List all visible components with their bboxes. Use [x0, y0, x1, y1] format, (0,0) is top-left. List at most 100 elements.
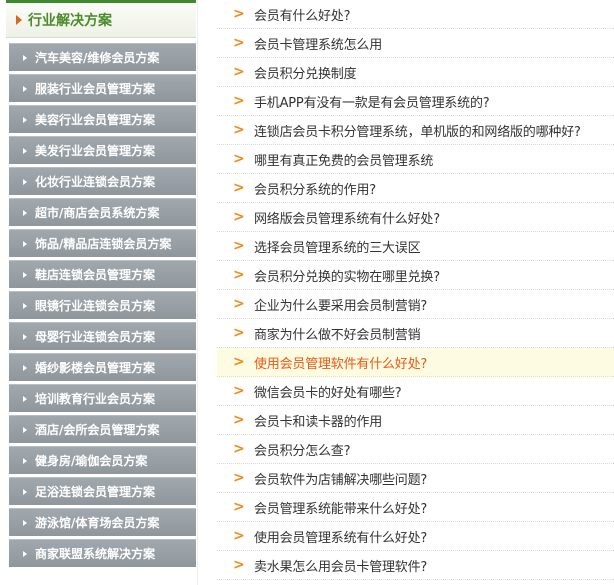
- sidebar-item-label: 汽车美容/维修会员方案: [35, 51, 160, 65]
- article-item: > 卖水果怎么用会员卡管理软件?: [217, 551, 614, 580]
- chevron-right-icon: >: [233, 151, 245, 167]
- chevron-right-icon: >: [233, 557, 245, 573]
- article-link[interactable]: 使用会员管理软件有什么好处?: [254, 353, 427, 372]
- sidebar-item-label: 足浴连锁会员管理方案: [35, 485, 156, 499]
- bullet-icon: [23, 271, 27, 278]
- bullet-icon: [23, 457, 27, 464]
- sidebar-item-label: 母婴行业连锁会员方案: [35, 330, 156, 344]
- article-item: > 会员卡管理系统怎么用: [217, 29, 614, 58]
- article-item: > 会员积分兑换的实物在哪里兑换?: [217, 261, 614, 290]
- article-link[interactable]: 会员积分系统的作用?: [254, 179, 376, 198]
- bullet-icon: [23, 395, 27, 402]
- bullet-icon: [23, 116, 27, 123]
- sidebar-item[interactable]: 健身房/瑜伽会员方案: [9, 446, 196, 474]
- chevron-right-icon: >: [233, 64, 245, 80]
- chevron-right-icon: >: [233, 209, 245, 225]
- article-link[interactable]: 商家为什么做不好会员制营销: [254, 324, 421, 343]
- article-link[interactable]: 手机APP有没有一款是有会员管理系统的?: [254, 92, 490, 111]
- sidebar-item[interactable]: 足浴连锁会员管理方案: [9, 477, 196, 505]
- chevron-right-icon: >: [233, 412, 245, 428]
- article-link[interactable]: 会员软件为店铺解决哪些问题?: [254, 469, 427, 488]
- article-link[interactable]: 会员积分怎么查?: [254, 440, 351, 459]
- article-link[interactable]: 选择会员管理系统的三大误区: [254, 237, 421, 256]
- bullet-icon: [23, 426, 27, 433]
- chevron-right-icon: >: [233, 441, 245, 457]
- sidebar-item-label: 服装行业会员管理方案: [35, 82, 156, 96]
- chevron-right-icon: >: [233, 325, 245, 341]
- article-link[interactable]: 哪里有真正免费的会员管理系统: [254, 150, 433, 169]
- article-item: > 会员管理系统能带来什么好处?: [217, 493, 614, 522]
- chevron-right-icon: >: [233, 93, 245, 109]
- sidebar-item[interactable]: 服装行业会员管理方案: [9, 74, 196, 102]
- bullet-icon: [23, 302, 27, 309]
- sidebar-item-label: 饰品/精品店连锁会员方案: [35, 237, 172, 251]
- sidebar-item[interactable]: 鞋店连锁会员管理方案: [9, 260, 196, 288]
- sidebar-item-label: 培训教育行业会员方案: [35, 392, 156, 406]
- article-link[interactable]: 会员积分兑换制度: [254, 63, 357, 82]
- sidebar-item[interactable]: 超市/商店会员系统方案: [9, 198, 196, 226]
- article-link[interactable]: 连锁店会员卡积分管理系统，单机版的和网络版的哪种好?: [254, 121, 581, 140]
- article-link[interactable]: 会员卡和读卡器的作用: [254, 411, 382, 430]
- article-link[interactable]: 微信会员卡的好处有哪些?: [254, 382, 402, 401]
- sidebar-item-label: 鞋店连锁会员管理方案: [35, 268, 156, 282]
- sidebar-item[interactable]: 商家联盟系统解决方案: [9, 539, 196, 567]
- chevron-right-icon: >: [233, 6, 245, 22]
- sidebar-item[interactable]: 酒店/会所会员管理方案: [9, 415, 196, 443]
- chevron-right-icon: >: [233, 267, 245, 283]
- chevron-right-icon: >: [233, 296, 245, 312]
- article-item: > 会员卡和读卡器的作用: [217, 406, 614, 435]
- sidebar-item[interactable]: 汽车美容/维修会员方案: [9, 43, 196, 71]
- article-item: > 企业为什么要采用会员制营销?: [217, 290, 614, 319]
- sidebar-item[interactable]: 婚纱影楼会员管理方案: [9, 353, 196, 381]
- chevron-right-icon: >: [233, 354, 245, 370]
- bullet-icon: [23, 333, 27, 340]
- article-item: > 网络版会员管理系统有什么好处?: [217, 203, 614, 232]
- article-item: > 会员积分怎么查?: [217, 435, 614, 464]
- chevron-right-icon: >: [233, 499, 245, 515]
- sidebar-item[interactable]: 游泳馆/体育场会员方案: [9, 508, 196, 536]
- sidebar-item[interactable]: 饰品/精品店连锁会员方案: [9, 229, 196, 257]
- article-link[interactable]: 使用会员管理系统有什么好处?: [254, 527, 427, 546]
- article-item: > 会员积分兑换制度: [217, 58, 614, 87]
- chevron-right-icon: >: [233, 180, 245, 196]
- sidebar-item-label: 婚纱影楼会员管理方案: [35, 361, 156, 375]
- sidebar-header: 行业解决方案: [6, 3, 196, 38]
- article-link[interactable]: 卖水果怎么用会员卡管理软件?: [254, 556, 427, 575]
- article-link[interactable]: 会员积分兑换的实物在哪里兑换?: [254, 266, 440, 285]
- article-link[interactable]: 会员卡管理系统怎么用: [254, 34, 382, 53]
- article-item: > 会员积分系统的作用?: [217, 174, 614, 203]
- article-item: > 商家为什么做不好会员制营销: [217, 319, 614, 348]
- article-link[interactable]: 网络版会员管理系统有什么好处?: [254, 208, 440, 227]
- article-item: > 手机APP有没有一款是有会员管理系统的?: [217, 87, 614, 116]
- article-item: > 会员软件为店铺解决哪些问题?: [217, 464, 614, 493]
- bullet-icon: [23, 364, 27, 371]
- bullet-icon: [23, 54, 27, 61]
- article-link[interactable]: 会员管理系统能带来什么好处?: [254, 498, 427, 517]
- bullet-icon: [23, 178, 27, 185]
- article-link[interactable]: 会员有什么好处?: [254, 5, 351, 24]
- chevron-right-icon: >: [233, 35, 245, 51]
- bullet-icon: [23, 488, 27, 495]
- bullet-icon: [23, 209, 27, 216]
- sidebar-item-label: 眼镜行业连锁会员方案: [35, 299, 156, 313]
- bullet-icon: [23, 240, 27, 247]
- divider: [197, 0, 198, 585]
- sidebar: 行业解决方案 汽车美容/维修会员方案 服装行业会员管理方案 美容行业会员管理方案美发…: [0, 0, 198, 585]
- sidebar-item-label: 健身房/瑜伽会员方案: [35, 454, 148, 468]
- article-item: > 使用会员管理系统有什么好处?: [217, 522, 614, 551]
- sidebar-item[interactable]: 眼镜行业连锁会员方案: [9, 291, 196, 319]
- sidebar-item-label: 超市/商店会员系统方案: [35, 206, 160, 220]
- sidebar-item-label: 酒店/会所会员管理方案: [35, 423, 160, 437]
- article-link[interactable]: 企业为什么要采用会员制营销?: [254, 295, 427, 314]
- bullet-icon: [23, 147, 27, 154]
- sidebar-item[interactable]: 美容行业会员管理方案: [9, 105, 196, 133]
- chevron-right-icon: >: [233, 528, 245, 544]
- sidebar-item[interactable]: 美发行业会员管理方案: [9, 136, 196, 164]
- bullet-icon: [23, 519, 27, 526]
- sidebar-item[interactable]: 培训教育行业会员方案: [9, 384, 196, 412]
- sidebar-item-label: 美容行业会员管理方案: [35, 113, 156, 127]
- sidebar-item[interactable]: 化妆行业连锁会员方案: [9, 167, 196, 195]
- sidebar-item[interactable]: 母婴行业连锁会员方案: [9, 322, 196, 350]
- chevron-right-icon: >: [233, 470, 245, 486]
- chevron-right-icon: >: [233, 383, 245, 399]
